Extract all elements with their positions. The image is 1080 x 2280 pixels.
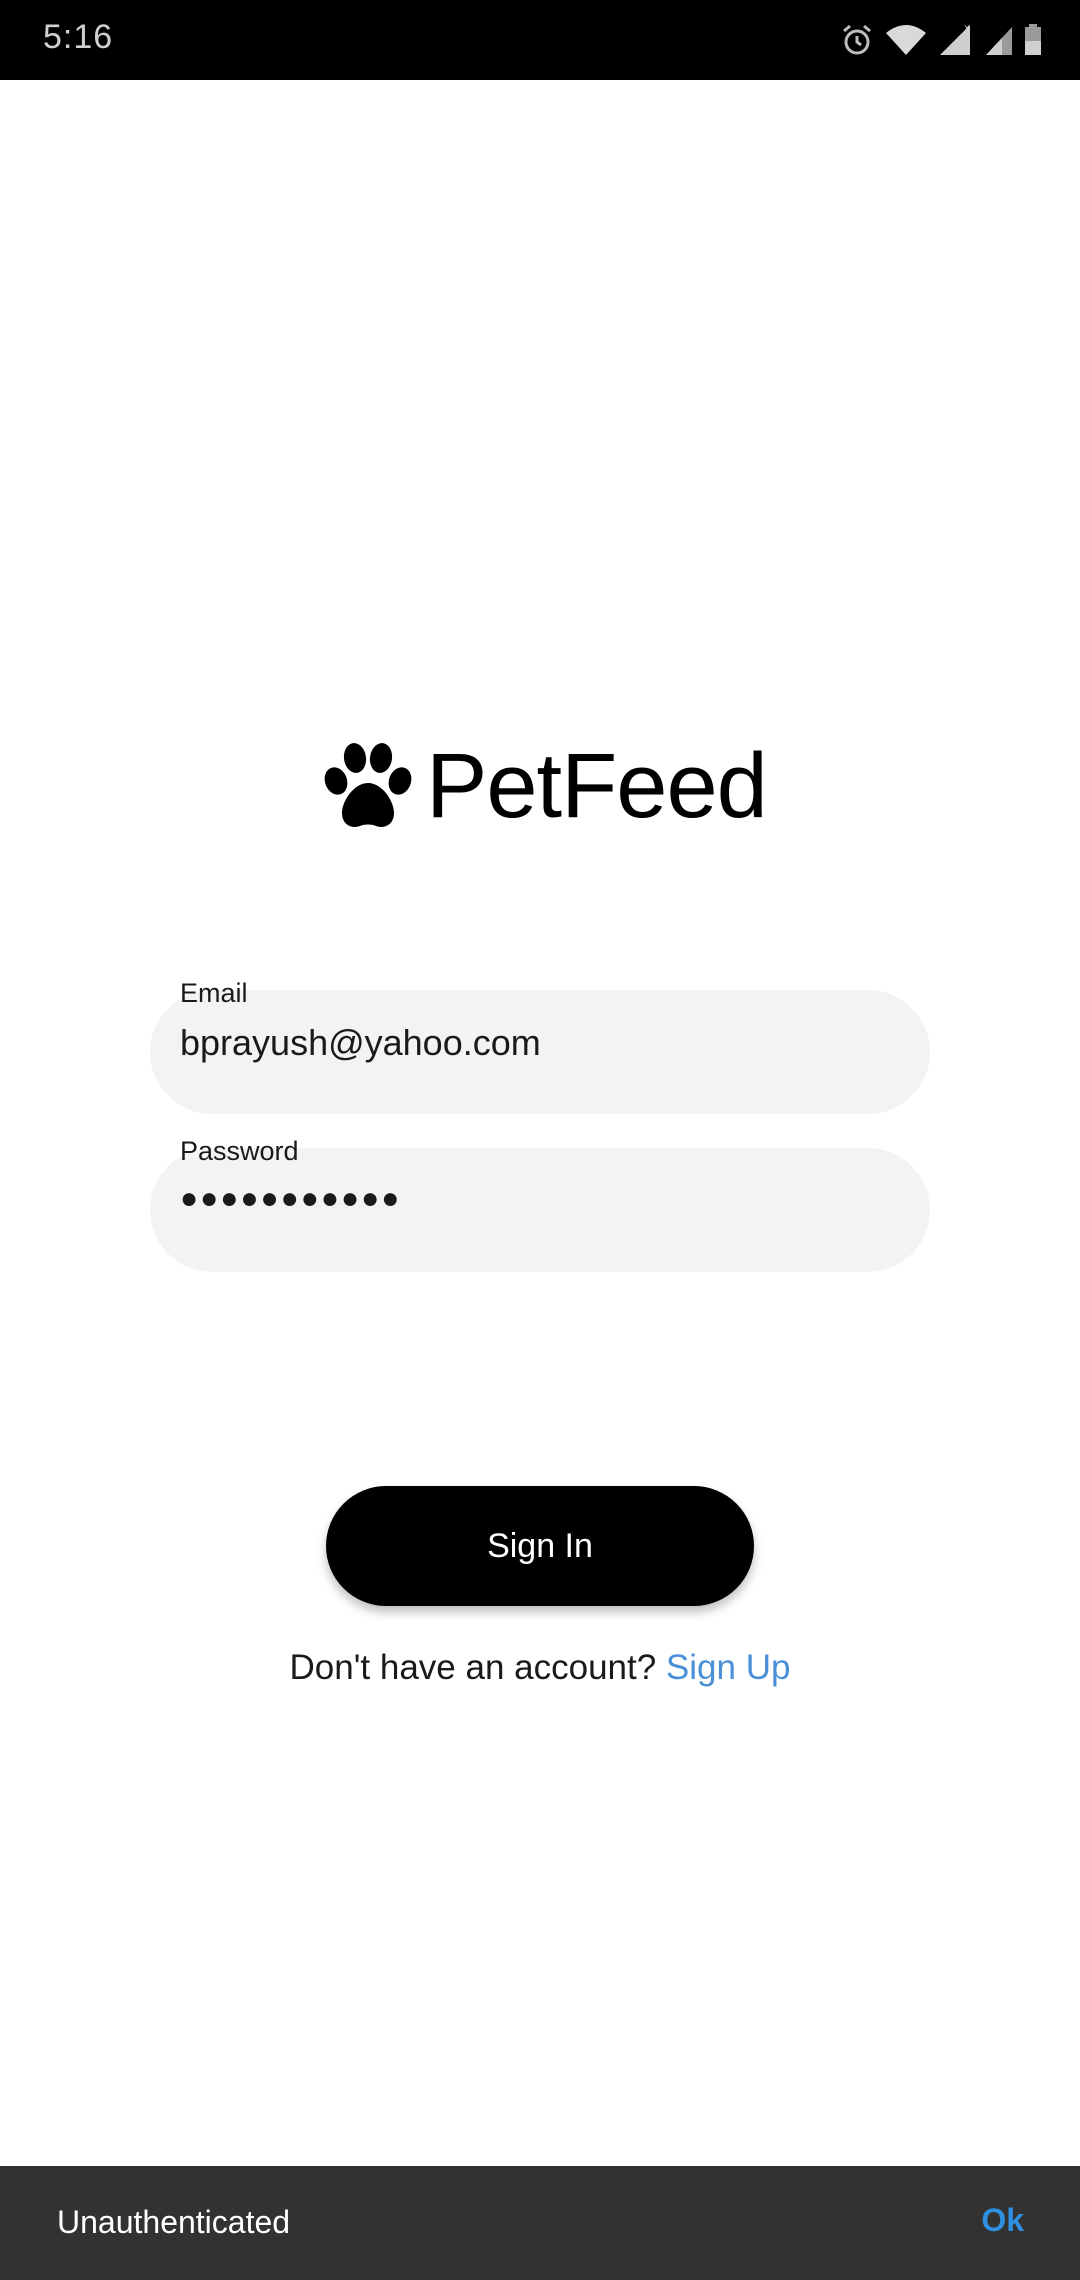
password-label: Password: [180, 1136, 299, 1166]
snackbar: Unauthenticated Ok: [0, 2166, 1080, 2280]
wifi-icon: [884, 23, 928, 57]
svg-text:x: x: [964, 23, 970, 34]
password-field[interactable]: Password ●●●●●●●●●●●: [150, 1136, 930, 1272]
app-title: PetFeed: [426, 735, 768, 837]
password-value[interactable]: ●●●●●●●●●●●: [180, 1182, 401, 1216]
status-time: 5:16: [43, 18, 114, 56]
email-value[interactable]: bprayush@yahoo.com: [180, 1022, 541, 1064]
sign-in-label: Sign In: [487, 1526, 593, 1565]
paw-icon: [324, 743, 412, 827]
signup-prompt: Don't have an account?: [289, 1648, 666, 1687]
signal-icon: x: [938, 23, 974, 57]
status-bar: 5:16 x: [0, 0, 1080, 80]
snackbar-message: Unauthenticated: [57, 2204, 291, 2240]
signal-icon: [984, 23, 1014, 57]
signup-prompt-row: Don't have an account? Sign Up: [0, 1648, 1080, 1688]
app-logo: PetFeed: [320, 735, 768, 837]
snackbar-ok-button[interactable]: Ok: [981, 2202, 1024, 2239]
alarm-icon: [840, 23, 874, 57]
signup-link[interactable]: Sign Up: [666, 1648, 791, 1687]
status-icons: x: [840, 20, 1042, 60]
sign-in-button[interactable]: Sign In: [326, 1486, 754, 1606]
email-field[interactable]: Email bprayush@yahoo.com: [150, 978, 930, 1114]
battery-icon: [1024, 23, 1042, 57]
email-label: Email: [180, 978, 248, 1008]
